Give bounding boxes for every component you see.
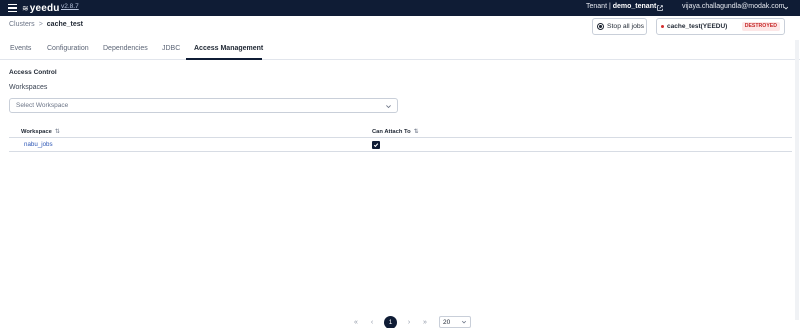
- workspace-link[interactable]: nabu_jobs: [24, 141, 53, 148]
- chevron-down-icon: [461, 320, 467, 324]
- next-page-button[interactable]: ›: [401, 319, 417, 326]
- chevron-down-icon[interactable]: [783, 5, 789, 11]
- tenant-label: Tenant |: [586, 3, 611, 10]
- can-attach-to-checkbox[interactable]: [372, 141, 380, 149]
- app-logo[interactable]: ≋ yeedu: [22, 2, 60, 14]
- table-header: Workspace ⇅ Can Attach To ⇅: [9, 124, 792, 138]
- tab-configuration[interactable]: Configuration: [47, 45, 89, 52]
- workspace-select-placeholder: Select Workspace: [16, 102, 69, 109]
- pagination: « ‹ 1 › » 20: [348, 315, 471, 328]
- page-size-select[interactable]: 20: [439, 316, 471, 328]
- workspaces-label: Workspaces: [9, 84, 48, 91]
- status-dot-icon: [661, 25, 664, 28]
- tab-events[interactable]: Events: [10, 45, 31, 52]
- cluster-status-card: cache_test(YEEDU) DESTROYED: [656, 18, 785, 35]
- last-page-button[interactable]: »: [417, 319, 433, 326]
- tenant-name: demo_tenant: [612, 3, 657, 10]
- breadcrumb-current: cache_test: [46, 21, 83, 28]
- section-title: Access Control: [9, 69, 57, 76]
- active-tab-indicator: [186, 58, 262, 60]
- scrollbar[interactable]: [795, 40, 799, 320]
- sort-icon[interactable]: ⇅: [55, 128, 60, 135]
- column-header-can-attach-to[interactable]: Can Attach To ⇅: [372, 128, 419, 136]
- breadcrumb: Clusters > cache_test: [9, 21, 83, 28]
- version-link[interactable]: v2.8.7: [61, 3, 79, 10]
- stop-icon: [597, 23, 604, 30]
- external-link-icon[interactable]: [656, 4, 664, 12]
- top-navbar: ≋ yeedu v2.8.7 Tenant | demo_tenant vija…: [0, 0, 800, 16]
- first-page-button[interactable]: «: [348, 319, 364, 326]
- table-row: nabu_jobs: [9, 138, 792, 152]
- prev-page-button[interactable]: ‹: [364, 319, 380, 326]
- logo-mark: ≋: [22, 3, 29, 13]
- hamburger-menu-icon[interactable]: [8, 4, 17, 13]
- status-badge: DESTROYED: [741, 22, 780, 31]
- stop-all-jobs-label: Stop all jobs: [607, 23, 645, 30]
- tab-access-management[interactable]: Access Management: [194, 45, 263, 52]
- chevron-down-icon: [386, 105, 391, 109]
- cluster-name: cache_test(YEEDU): [667, 23, 728, 30]
- tab-bar: Events Configuration Dependencies JDBC A…: [0, 40, 800, 60]
- page-size-value: 20: [443, 318, 451, 326]
- tab-dependencies[interactable]: Dependencies: [103, 45, 148, 52]
- column-header-workspace[interactable]: Workspace ⇅: [21, 128, 60, 136]
- sort-icon[interactable]: ⇅: [414, 128, 419, 135]
- checkmark-icon: [373, 143, 379, 148]
- tab-jdbc[interactable]: JDBC: [162, 45, 180, 52]
- current-page-button[interactable]: 1: [384, 315, 397, 328]
- chevron-right-icon: >: [38, 21, 43, 28]
- stop-all-jobs-button[interactable]: Stop all jobs: [592, 18, 647, 35]
- workspace-select[interactable]: Select Workspace: [9, 98, 398, 113]
- breadcrumb-clusters-link[interactable]: Clusters: [9, 21, 35, 28]
- user-email[interactable]: vijaya.challagundla@modak.com: [682, 3, 784, 10]
- workspace-access-table: Workspace ⇅ Can Attach To ⇅ nabu_jobs: [9, 124, 792, 152]
- logo-text: yeedu: [29, 2, 60, 14]
- tenant-info[interactable]: Tenant | demo_tenant: [586, 3, 656, 10]
